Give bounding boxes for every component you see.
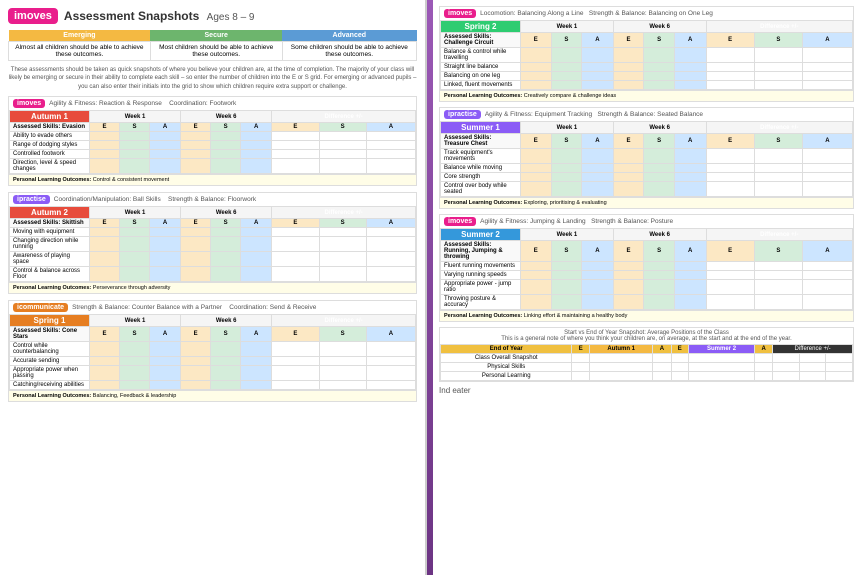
spring2-header: imoves Locomotion: Balancing Along a Lin… xyxy=(440,7,853,20)
secure-header: Secure xyxy=(150,30,282,42)
emerging-header: Emerging xyxy=(9,30,151,42)
advanced-header: Advanced xyxy=(282,30,416,42)
emerging-desc: Almost all children should be able to ac… xyxy=(9,42,151,61)
autumn2-logo: ipractise xyxy=(13,195,50,204)
summer1-section: ipractise Agility & Fitness: Equipment T… xyxy=(439,107,854,209)
end-year-row: Class Overall Snapshot xyxy=(441,354,853,363)
table-row: Controlled footwork xyxy=(10,150,416,159)
table-row: Moving with equipment xyxy=(10,228,416,237)
autumn1-season: Autumn 1 xyxy=(10,111,90,123)
table-row: Ability to evade others xyxy=(10,132,416,141)
summer1-logo: ipractise xyxy=(444,110,481,119)
autumn2-header: ipractise Coordination/Manipulation: Bal… xyxy=(9,193,416,206)
table-row: Core strength xyxy=(441,173,853,182)
summer1-season: Summer 1 xyxy=(441,122,521,134)
table-row: Range of dodging styles xyxy=(10,141,416,150)
imoves-logo: imoves xyxy=(8,8,58,24)
table-row: Control over body while seated xyxy=(441,182,853,197)
summer1-table: Summer 1 Week 1 Week 6 Difference +/- As… xyxy=(440,121,853,197)
table-row: Balance & control while travelling xyxy=(441,48,853,63)
advanced-desc: Some children should be able to achieve … xyxy=(282,42,416,61)
table-row: Appropriate power - jump ratio xyxy=(441,280,853,295)
spring1-header: icommunicate Strength & Balance: Counter… xyxy=(9,301,416,314)
autumn1-header: imoves Agility & Fitness: Reaction & Res… xyxy=(9,97,416,110)
legend-table: Emerging Secure Advanced Almost all chil… xyxy=(8,30,417,61)
autumn1-diff: Difference +/- xyxy=(272,111,416,123)
secure-desc: Most children should be able to achieve … xyxy=(150,42,282,61)
autumn2-personal: Personal Learning Outcomes: Perseverance… xyxy=(9,282,416,293)
spring2-logo: imoves xyxy=(444,9,476,18)
end-year-table: End of Year E Autumn 1 A E Summer 2 A Di… xyxy=(440,344,853,381)
autumn1-logo: imoves xyxy=(13,99,45,108)
autumn1-table: Autumn 1 Week 1 Week 6 Difference +/- As… xyxy=(9,110,416,174)
table-row: Accurate sending xyxy=(10,357,416,366)
table-row: Throwing posture & accuracy xyxy=(441,295,853,310)
autumn1-personal: Personal Learning Outcomes: Control & co… xyxy=(9,174,416,185)
spring1-section: icommunicate Strength & Balance: Counter… xyxy=(8,300,417,402)
autumn2-subtitle: Coordination/Manipulation: Ball Skills S… xyxy=(54,196,412,203)
end-year-title: Start vs End of Year Snapshot: Average P… xyxy=(440,328,853,344)
autumn2-table: Autumn 2 Week 1 Week 6 Difference +/- As… xyxy=(9,206,416,282)
spring2-table: Spring 2 Week 1 Week 6 Difference +/- As… xyxy=(440,20,853,90)
summer1-personal: Personal Learning Outcomes: Exploring, p… xyxy=(440,197,853,208)
table-row: Varying running speeds xyxy=(441,271,853,280)
summer2-season: Summer 2 xyxy=(441,229,521,241)
summer2-section: imoves Agility & Fitness: Jumping & Land… xyxy=(439,214,854,322)
end-of-year-section: Start vs End of Year Snapshot: Average P… xyxy=(439,327,854,382)
table-row: Fluent running movements xyxy=(441,262,853,271)
spring1-season: Spring 1 xyxy=(10,315,90,327)
autumn1-week1: Week 1 xyxy=(90,111,181,123)
ind-eater-label: Ind eater xyxy=(439,386,854,395)
table-row: Linked, fluent movements xyxy=(441,81,853,90)
end-year-row: Physical Skills xyxy=(441,363,853,372)
summer2-logo: imoves xyxy=(444,217,476,226)
table-row: Control & balance across Floor xyxy=(10,267,416,282)
table-row: Balance while moving xyxy=(441,164,853,173)
table-row: Awareness of playing space xyxy=(10,252,416,267)
legend-note: These assessments should be taken as qui… xyxy=(8,66,417,91)
table-row: Appropriate power when passing xyxy=(10,366,416,381)
table-row: Straight line balance xyxy=(441,63,853,72)
page-title: Assessment Snapshots Ages 8 – 9 xyxy=(64,9,255,23)
spring1-personal: Personal Learning Outcomes: Balancing, F… xyxy=(9,390,416,401)
main-header: imoves Assessment Snapshots Ages 8 – 9 xyxy=(8,8,417,24)
table-row: Catching/receiving abilities xyxy=(10,381,416,390)
table-row: Balancing on one leg xyxy=(441,72,853,81)
autumn1-section: imoves Agility & Fitness: Reaction & Res… xyxy=(8,96,417,186)
end-year-row: Personal Learning xyxy=(441,372,853,381)
summer2-header: imoves Agility & Fitness: Jumping & Land… xyxy=(440,215,853,228)
autumn2-season: Autumn 2 xyxy=(10,207,90,219)
spring2-season: Spring 2 xyxy=(441,21,521,33)
table-row: Track equipment's movements xyxy=(441,149,853,164)
autumn1-assessed-label: Assessed Skills: Evasion xyxy=(10,123,90,132)
autumn1-week6: Week 6 xyxy=(181,111,272,123)
summer1-header: ipractise Agility & Fitness: Equipment T… xyxy=(440,108,853,121)
end-year-col-label: End of Year xyxy=(441,345,572,354)
right-panel: imoves Locomotion: Balancing Along a Lin… xyxy=(433,0,860,575)
autumn2-section: ipractise Coordination/Manipulation: Bal… xyxy=(8,192,417,294)
summer2-personal: Personal Learning Outcomes: Linking effo… xyxy=(440,310,853,321)
table-row: Direction, level & speed changes xyxy=(10,159,416,174)
spring1-table: Spring 1 Week 1 Week 6 Difference +/- As… xyxy=(9,314,416,390)
summer2-table: Summer 2 Week 1 Week 6 Difference +/- As… xyxy=(440,228,853,310)
spring2-section: imoves Locomotion: Balancing Along a Lin… xyxy=(439,6,854,102)
left-panel: imoves Assessment Snapshots Ages 8 – 9 E… xyxy=(0,0,427,575)
table-row: Changing direction while running xyxy=(10,237,416,252)
spring1-logo: icommunicate xyxy=(13,303,68,312)
table-row: Control while counterbalancing xyxy=(10,342,416,357)
spring1-subtitle: Strength & Balance: Counter Balance with… xyxy=(72,304,412,311)
autumn1-subtitle: Agility & Fitness: Reaction & Response C… xyxy=(49,100,412,107)
spring2-personal: Personal Learning Outcomes: Creatively c… xyxy=(440,90,853,101)
